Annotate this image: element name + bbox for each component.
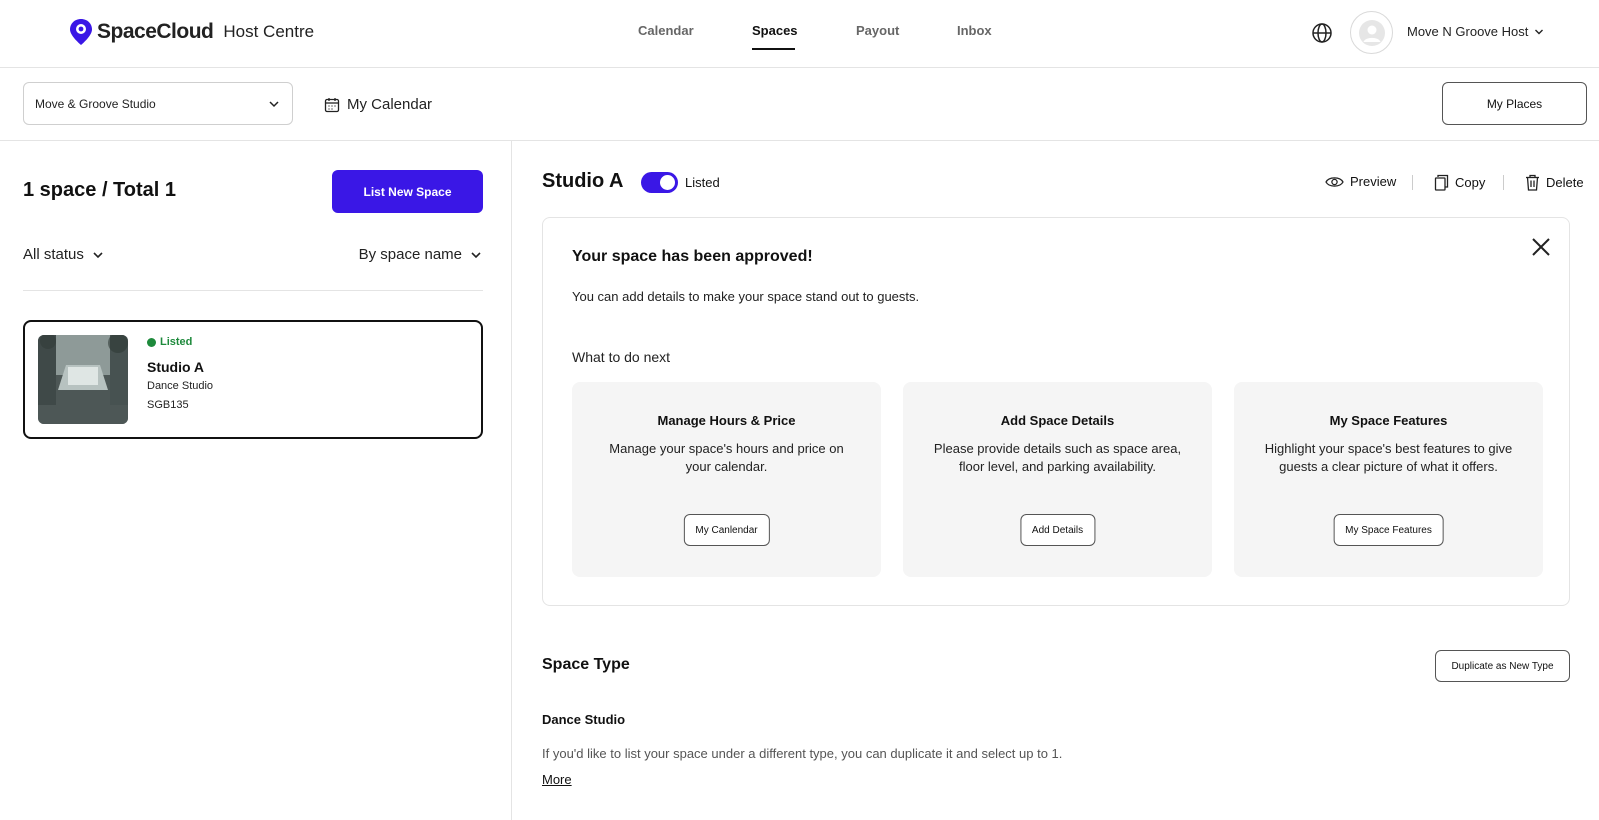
- next-step-title: Add Space Details: [1000, 413, 1115, 428]
- nav-inbox[interactable]: Inbox: [957, 23, 992, 38]
- sort-filter[interactable]: By space name: [359, 246, 482, 263]
- divider: [1503, 175, 1504, 190]
- logo[interactable]: SpaceCloud Host Centre: [69, 18, 314, 46]
- next-step-card: My Space Features Highlight your space's…: [1234, 382, 1543, 577]
- user-icon: [1358, 19, 1385, 46]
- chevron-down-icon: [471, 251, 481, 258]
- my-places-button[interactable]: My Places: [1442, 82, 1587, 125]
- add-details-button[interactable]: Add Details: [1019, 514, 1096, 546]
- sort-filter-label: By space name: [358, 246, 462, 263]
- space-list-panel: 1 space / Total 1 List New Space All sta…: [0, 141, 512, 820]
- chevron-down-icon: [93, 251, 103, 258]
- globe-icon[interactable]: [1311, 22, 1333, 44]
- status-filter[interactable]: All status: [23, 246, 104, 263]
- next-step-title: Manage Hours & Price: [657, 413, 796, 428]
- space-name: Studio A: [147, 359, 205, 375]
- toggle-label: Listed: [685, 175, 720, 190]
- next-step-card: Manage Hours & Price Manage your space's…: [572, 382, 881, 577]
- space-count-title: 1 space / Total 1: [23, 179, 177, 201]
- approval-notice: Your space has been approved! You can ad…: [542, 217, 1570, 606]
- space-type-heading: Space Type: [542, 656, 630, 673]
- logo-pin-icon: [70, 19, 92, 45]
- toggle-knob: [660, 175, 675, 190]
- approval-description: You can add details to make your space s…: [572, 289, 920, 304]
- duplicate-type-button[interactable]: Duplicate as New Type: [1435, 650, 1570, 682]
- preview-button[interactable]: Preview: [1325, 174, 1396, 189]
- space-code: SGB135: [147, 399, 189, 411]
- next-step-title: My Space Features: [1329, 413, 1448, 428]
- copy-label: Copy: [1455, 175, 1486, 190]
- copy-button[interactable]: Copy: [1434, 174, 1485, 191]
- detail-title: Studio A: [542, 170, 624, 192]
- chevron-down-icon: [1535, 29, 1544, 34]
- my-calendar-button[interactable]: My Canlendar: [683, 514, 770, 546]
- space-type: Dance Studio: [147, 380, 214, 392]
- more-link[interactable]: More: [542, 772, 572, 787]
- list-new-space-button[interactable]: List New Space: [332, 170, 483, 213]
- status-filter-label: All status: [23, 246, 84, 263]
- next-steps-title: What to do next: [572, 349, 671, 365]
- my-calendar-link[interactable]: My Calendar: [324, 96, 432, 113]
- next-step-description: Manage your space's hours and price on y…: [609, 441, 844, 474]
- user-name: Move N Groove Host: [1407, 24, 1529, 39]
- top-header: SpaceCloud Host Centre Calendar Spaces P…: [0, 0, 1599, 68]
- listed-toggle[interactable]: [641, 172, 678, 193]
- my-space-features-button[interactable]: My Space Features: [1333, 514, 1444, 546]
- place-select-value: Move & Groove Studio: [35, 96, 156, 111]
- nav-payout[interactable]: Payout: [856, 23, 899, 38]
- status-label: Listed: [160, 336, 193, 348]
- nav-calendar[interactable]: Calendar: [638, 23, 694, 38]
- nav-active-indicator: [752, 48, 795, 50]
- approval-title: Your space has been approved!: [572, 248, 813, 265]
- nav-spaces[interactable]: Spaces: [752, 23, 798, 38]
- user-menu[interactable]: Move N Groove Host: [1407, 24, 1544, 39]
- status-badge: Listed: [147, 336, 192, 348]
- chevron-down-icon: [269, 100, 279, 107]
- preview-label: Preview: [1350, 174, 1397, 189]
- logo-text: SpaceCloud: [97, 20, 214, 43]
- eye-icon: [1325, 176, 1344, 187]
- close-icon[interactable]: [1530, 236, 1552, 258]
- space-thumbnail: [38, 335, 128, 424]
- next-step-description: Highlight your space's best features to …: [1264, 441, 1513, 474]
- calendar-icon: [324, 97, 340, 112]
- delete-label: Delete: [1546, 175, 1584, 190]
- space-type-name: Dance Studio: [542, 712, 626, 727]
- status-dot: [147, 337, 156, 347]
- place-select[interactable]: Move & Groove Studio: [23, 82, 293, 125]
- logo-subtitle: Host Centre: [223, 22, 315, 41]
- delete-button[interactable]: Delete: [1525, 174, 1584, 191]
- sub-toolbar: Move & Groove Studio My Calendar My Plac…: [0, 68, 1599, 141]
- trash-icon: [1526, 174, 1539, 191]
- divider: [23, 290, 483, 291]
- space-card[interactable]: Listed Studio A Dance Studio SGB135: [23, 320, 483, 439]
- copy-icon: [1434, 174, 1449, 191]
- next-step-card: Add Space Details Please provide details…: [903, 382, 1212, 577]
- my-calendar-label: My Calendar: [347, 96, 433, 113]
- divider: [1412, 175, 1413, 190]
- next-step-description: Please provide details such as space are…: [933, 441, 1182, 474]
- avatar[interactable]: [1350, 11, 1393, 54]
- space-type-description: If you'd like to list your space under a…: [542, 746, 1063, 761]
